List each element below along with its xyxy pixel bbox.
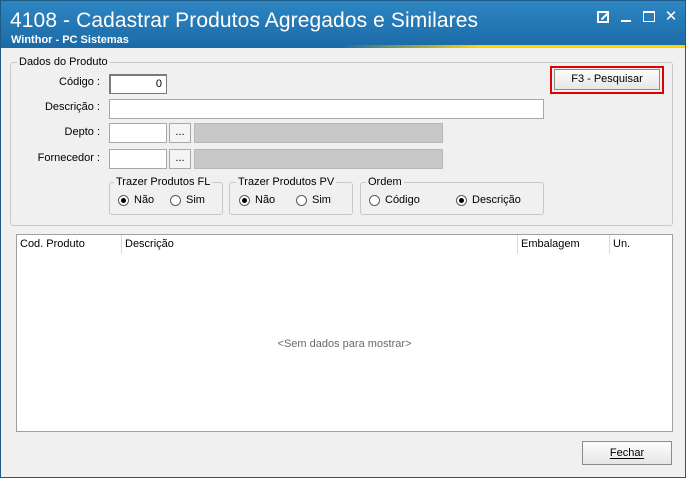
- radio-unchecked-icon: [369, 194, 380, 206]
- radio-checked-icon: [239, 194, 250, 206]
- trazer-fl-legend: Trazer Produtos FL: [114, 176, 213, 188]
- grid-header: Cod. Produto Descrição Embalagem Un.: [17, 235, 672, 254]
- column-header-descricao[interactable]: Descrição: [122, 235, 518, 254]
- trazer-pv-nao-label: Não: [255, 194, 276, 206]
- trazer-pv-sim-radio[interactable]: Sim: [296, 194, 331, 206]
- depto-lookup-button[interactable]: ...: [169, 123, 191, 143]
- fornecedor-name-field: [194, 149, 443, 169]
- grid-empty-message: <Sem dados para mostrar>: [277, 338, 412, 350]
- trazer-fl-sim-label: Sim: [186, 194, 205, 206]
- maximize-icon[interactable]: [641, 9, 657, 25]
- radio-checked-icon: [118, 194, 129, 206]
- ordem-codigo-radio[interactable]: Código: [369, 194, 420, 206]
- minimize-icon[interactable]: [618, 9, 634, 25]
- descricao-input[interactable]: [109, 99, 544, 119]
- ordem-legend: Ordem: [366, 176, 404, 188]
- product-data-legend: Dados do Produto: [17, 56, 110, 68]
- window-subtitle: Winthor - PC Sistemas: [11, 34, 129, 46]
- radio-unchecked-icon: [296, 194, 307, 206]
- title-bar: 4108 - Cadastrar Produtos Agregados e Si…: [1, 1, 685, 48]
- ordem-descricao-radio[interactable]: Descrição: [456, 194, 521, 206]
- trazer-fl-nao-radio[interactable]: Não: [118, 194, 154, 206]
- depto-label: Depto :: [64, 126, 100, 138]
- close-button-label: Fechar: [609, 447, 645, 459]
- app-window: 4108 - Cadastrar Produtos Agregados e Si…: [0, 0, 686, 478]
- ordem-descricao-label: Descrição: [472, 194, 521, 206]
- trazer-pv-legend: Trazer Produtos PV: [236, 176, 337, 188]
- products-grid[interactable]: Cod. Produto Descrição Embalagem Un. <Se…: [16, 234, 673, 432]
- trazer-pv-nao-radio[interactable]: Não: [239, 194, 275, 206]
- radio-unchecked-icon: [170, 194, 181, 206]
- codigo-input[interactable]: [109, 74, 167, 94]
- close-icon[interactable]: ✕: [663, 9, 679, 25]
- fornecedor-lookup-button[interactable]: ...: [169, 149, 191, 169]
- column-header-embalagem[interactable]: Embalagem: [518, 235, 610, 254]
- edit-window-icon[interactable]: [595, 9, 611, 25]
- trazer-pv-sim-label: Sim: [312, 194, 331, 206]
- fornecedor-input[interactable]: [109, 149, 167, 169]
- depto-input[interactable]: [109, 123, 167, 143]
- close-button[interactable]: Fechar: [582, 441, 672, 465]
- codigo-label: Código :: [59, 76, 100, 88]
- trazer-fl-sim-radio[interactable]: Sim: [170, 194, 205, 206]
- search-button[interactable]: F3 - Pesquisar: [554, 69, 660, 90]
- descricao-label: Descrição :: [44, 101, 100, 113]
- fornecedor-label: Fornecedor :: [37, 152, 100, 164]
- window-title: 4108 - Cadastrar Produtos Agregados e Si…: [10, 9, 479, 32]
- title-accent-line: [341, 45, 685, 48]
- radio-checked-icon: [456, 194, 467, 206]
- depto-name-field: [194, 123, 443, 143]
- trazer-fl-nao-label: Não: [134, 194, 155, 206]
- ordem-codigo-label: Código: [385, 194, 420, 206]
- column-header-cod-produto[interactable]: Cod. Produto: [17, 235, 122, 254]
- column-header-un[interactable]: Un.: [610, 235, 672, 254]
